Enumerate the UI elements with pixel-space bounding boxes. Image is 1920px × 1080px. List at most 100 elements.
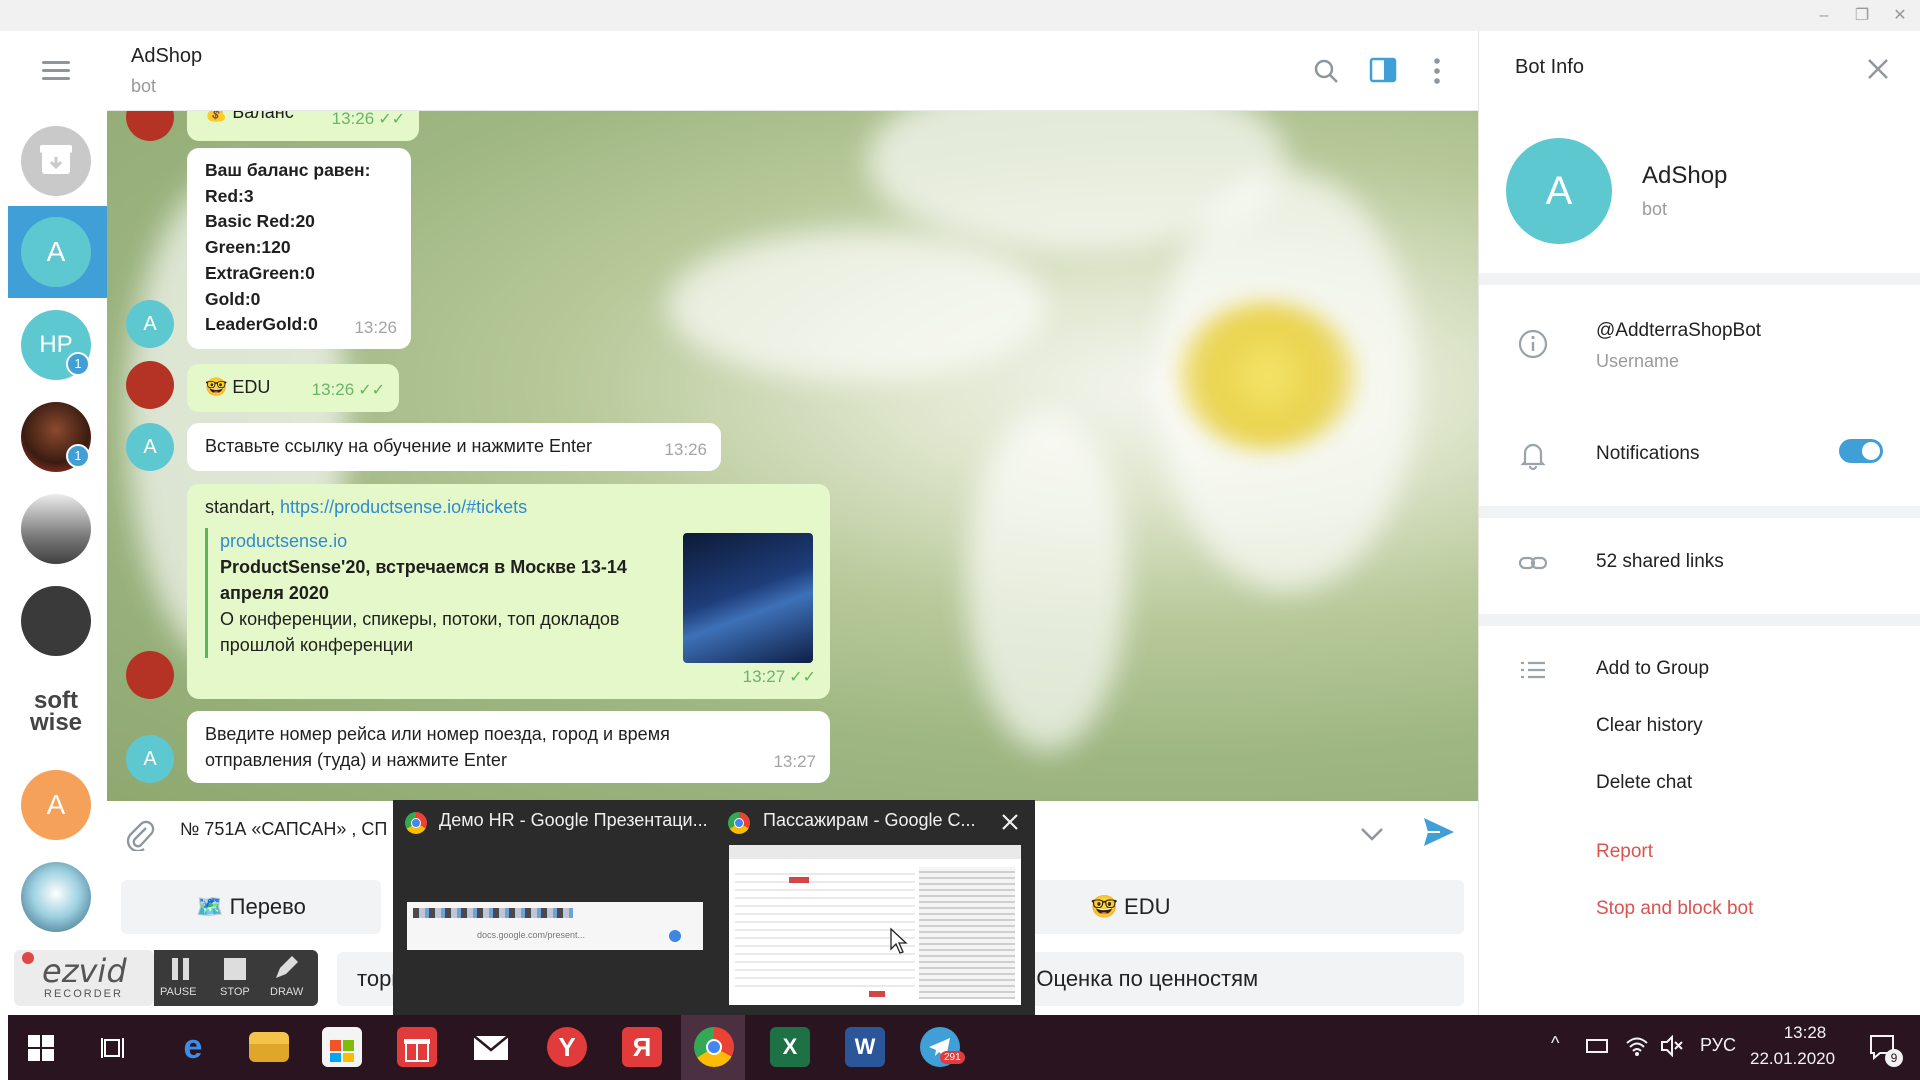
input-language[interactable]: РУС [1700, 1035, 1736, 1056]
file-explorer-icon[interactable] [249, 1032, 289, 1062]
chrome-taskbar-icon[interactable] [694, 1027, 734, 1067]
balance-line: Red:3 [205, 185, 254, 206]
report-button[interactable]: Report [1596, 841, 1653, 863]
clock-time[interactable]: 13:28 [1765, 1023, 1845, 1043]
chrome-icon [728, 812, 750, 834]
search-icon[interactable] [1313, 58, 1339, 84]
outgoing-message[interactable]: 💰 Баланс 13:26 ✓✓ [187, 111, 419, 141]
incoming-message-balance[interactable]: Ваш баланс равен: Red:3 Basic Red:20 Gre… [187, 148, 411, 349]
bot-type: bot [1642, 199, 1668, 219]
stop-block-bot-button[interactable]: Stop and block bot [1596, 898, 1753, 920]
message-link[interactable]: https://productsense.io/#tickets [280, 497, 527, 517]
preview-title: ProductSense'20, встречаемся в Москве 13… [220, 557, 627, 603]
minimize-icon[interactable]: – [1814, 6, 1834, 26]
delete-chat-button[interactable]: Delete chat [1596, 772, 1692, 794]
stop-icon[interactable] [224, 958, 246, 980]
incoming-message[interactable]: Введите номер рейса или номер поезда, го… [187, 711, 830, 783]
chat-rail: A HP 1 1 soft wise A [8, 31, 107, 1015]
preview-thumbnail[interactable] [683, 533, 813, 663]
yandex-icon[interactable]: Я [622, 1027, 662, 1067]
pause-icon[interactable] [168, 956, 194, 982]
yandex-browser-icon[interactable]: Y [547, 1027, 587, 1067]
username-caption: Username [1596, 351, 1680, 371]
link-icon [1518, 556, 1548, 570]
volume-muted-icon[interactable] [1660, 1035, 1684, 1057]
hamburger-menu-icon[interactable] [42, 61, 70, 81]
unread-badge: 1 [66, 444, 90, 468]
chat-avatar-adshop[interactable]: A [21, 217, 91, 287]
taskbar-preview-popup: Демо HR - Google Презентаци... Пассажира… [393, 800, 1035, 1015]
message-text: 💰 Баланс [205, 111, 294, 122]
chat-avatar-group-photo[interactable] [21, 494, 91, 564]
clear-history-button[interactable]: Clear history [1596, 715, 1703, 737]
draw-label: DRAW [270, 986, 304, 998]
bot-avatar-large[interactable]: A [1506, 138, 1612, 244]
chat-messages[interactable]: 💰 Баланс 13:26 ✓✓ Ваш баланс равен: Red:3… [107, 111, 1478, 801]
windows-start-icon[interactable] [28, 1035, 54, 1061]
task-view-icon[interactable] [101, 1035, 129, 1061]
wifi-icon[interactable] [1625, 1035, 1649, 1057]
keyboard-button-translate[interactable]: 🗺️ Перево [121, 880, 381, 934]
message-input[interactable]: № 751А «САПСАН» , СП [180, 819, 387, 840]
message-time: 13:26 [354, 318, 397, 338]
tray-expand-icon[interactable]: ^ [1551, 1033, 1559, 1054]
outgoing-message-link[interactable]: standart, https://productsense.io/#ticke… [187, 484, 830, 699]
more-vertical-icon[interactable] [1432, 56, 1442, 86]
close-icon[interactable] [1000, 812, 1020, 832]
close-panel-icon[interactable] [1867, 58, 1889, 80]
message-time: 13:26 ✓✓ [311, 380, 385, 399]
ezvid-logo-sub: RECORDER [44, 988, 123, 1000]
gift-icon[interactable] [397, 1027, 437, 1067]
pause-label: PAUSE [160, 986, 197, 998]
balance-line: Ваш баланс равен: [205, 160, 371, 180]
chat-title: AdShop [131, 45, 203, 67]
outgoing-message-edu[interactable]: 🤓 EDU 13:26 ✓✓ [187, 364, 399, 412]
message-text: 🤓 EDU [205, 377, 271, 397]
sidebar-toggle-icon[interactable] [1369, 57, 1397, 83]
chat-avatar-softwise[interactable]: soft wise [21, 678, 91, 748]
bot-username[interactable]: @AddterraShopBot [1596, 320, 1761, 342]
message-text: standart, [205, 497, 281, 517]
window-titlebar: – ❐ ✕ [0, 0, 1920, 31]
message-time: 13:27 [773, 752, 816, 771]
preview-site: productsense.io [220, 531, 348, 551]
list-icon [1521, 661, 1545, 679]
info-icon [1518, 329, 1548, 359]
mail-icon[interactable] [472, 1034, 510, 1062]
clock-date[interactable]: 22.01.2020 [1750, 1049, 1835, 1069]
battery-icon[interactable] [1586, 1039, 1608, 1053]
incoming-message[interactable]: Вставьте ссылку на обучение и нажмите En… [187, 423, 721, 471]
preview-thumbnail-slides[interactable]: docs.google.com/present... [407, 902, 703, 950]
preview-tab-title[interactable]: Пассажирам - Google C... [763, 810, 976, 831]
store-icon[interactable] [322, 1027, 362, 1067]
add-to-group-button[interactable]: Add to Group [1596, 658, 1709, 680]
flower-center [1177, 301, 1357, 451]
attach-icon[interactable] [125, 819, 155, 851]
preview-url: docs.google.com/present... [477, 930, 586, 940]
notification-count: 9 [1885, 1049, 1903, 1067]
chat-avatar-dark[interactable] [21, 586, 91, 656]
ezvid-recorder-toolbar: ezvid RECORDER PAUSE STOP DRAW [14, 950, 318, 1006]
bot-name: AdShop [1642, 162, 1728, 189]
edge-icon[interactable]: e [173, 1027, 213, 1067]
chat-avatar-mascot[interactable] [21, 862, 91, 932]
draw-pencil-icon[interactable] [272, 954, 300, 982]
balance-line: ExtraGreen:0 [205, 262, 315, 283]
preview-tab-title[interactable]: Демо HR - Google Презентаци... [439, 810, 708, 831]
send-icon[interactable] [1422, 816, 1456, 848]
bell-icon [1520, 443, 1546, 471]
link-preview[interactable]: productsense.io ProductSense'20, встреча… [205, 528, 670, 658]
telegram-unread-badge: 291 [940, 1051, 965, 1064]
restore-icon[interactable]: ❐ [1852, 6, 1872, 26]
window-close-icon[interactable]: ✕ [1890, 6, 1910, 26]
notifications-toggle[interactable] [1839, 439, 1883, 463]
excel-icon[interactable]: X [770, 1027, 810, 1067]
chevron-down-icon[interactable] [1359, 825, 1385, 843]
mouse-cursor-icon [890, 927, 908, 954]
preview-thumbnail-passengers[interactable] [729, 845, 1021, 1005]
archive-icon[interactable] [21, 126, 91, 196]
chat-avatar-a-orange[interactable]: A [21, 770, 91, 840]
shared-links[interactable]: 52 shared links [1596, 551, 1724, 573]
telegram-window: – ❐ ✕ A HP 1 1 soft wise A AdShop bot 💰 … [0, 0, 1920, 1080]
word-icon[interactable]: W [845, 1027, 885, 1067]
